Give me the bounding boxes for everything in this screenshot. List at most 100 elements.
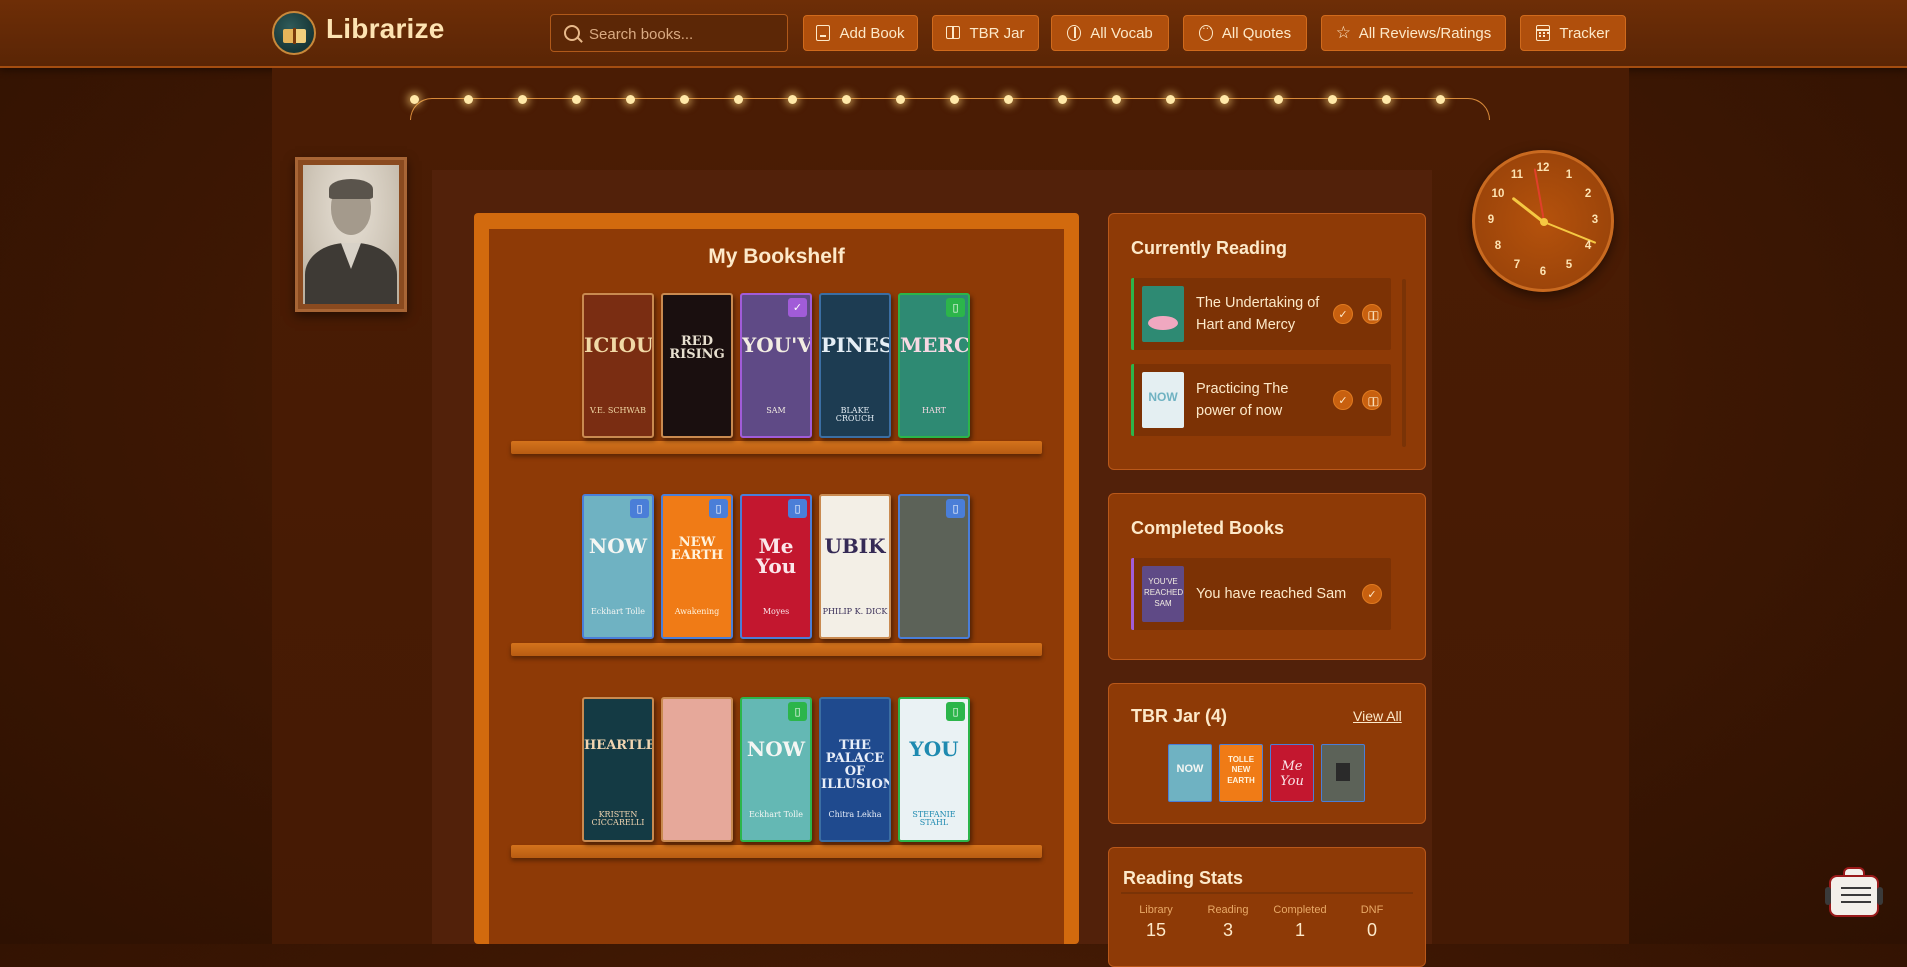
stat-reading: Reading 3 bbox=[1193, 904, 1263, 941]
book-cover[interactable]: Me You Moyes ▯ bbox=[740, 494, 812, 639]
stat-label: Library bbox=[1139, 904, 1173, 916]
book-thumbnail bbox=[1142, 286, 1184, 342]
book-cover-author: KRISTEN CICCARELLI bbox=[591, 810, 645, 827]
tracker-label: Tracker bbox=[1559, 24, 1610, 42]
shelf-board bbox=[511, 441, 1042, 454]
tracker-button[interactable]: Tracker bbox=[1520, 15, 1626, 51]
open-book-button[interactable] bbox=[1362, 390, 1382, 410]
clock-number: 7 bbox=[1513, 259, 1521, 272]
light-bulb bbox=[1436, 95, 1445, 104]
search-input[interactable] bbox=[587, 15, 787, 53]
author-portrait bbox=[295, 157, 407, 312]
tbr-book-thumbnail[interactable]: NOW bbox=[1168, 744, 1212, 802]
light-bulb bbox=[734, 95, 743, 104]
clock-number: 6 bbox=[1539, 266, 1547, 278]
book-cover-author: Eckhart Tolle bbox=[748, 810, 804, 819]
clock-number: 11 bbox=[1510, 168, 1524, 181]
book-cover[interactable]: HEARTLESS KRISTEN CICCARELLI bbox=[582, 697, 654, 842]
clock-number: 3 bbox=[1591, 214, 1599, 226]
book-cover-author: Chitra Lekha bbox=[828, 810, 882, 819]
shelf-board bbox=[511, 845, 1042, 858]
book-cover-title: THE PALACE OF ILLUSIONS bbox=[821, 738, 889, 792]
all-quotes-button[interactable]: All Quotes bbox=[1183, 15, 1307, 51]
light-bulb bbox=[464, 95, 473, 104]
star-icon: ☆ bbox=[1335, 23, 1351, 42]
book-cover[interactable]: THE PALACE OF ILLUSIONS Chitra Lekha bbox=[819, 697, 891, 842]
book-cover[interactable]: YOU STEFANIE STAHL ▯ bbox=[898, 697, 970, 842]
reading-item[interactable]: NOW Practicing The power of now ✓ bbox=[1131, 364, 1391, 436]
book-cover-title: YOU bbox=[909, 737, 959, 761]
book-cover-author: Eckhart Tolle bbox=[590, 607, 646, 616]
completed-check-button[interactable]: ✓ bbox=[1362, 584, 1382, 604]
tbr-book-thumbnail[interactable] bbox=[1321, 744, 1365, 802]
all-vocab-button[interactable]: All Vocab bbox=[1051, 15, 1169, 51]
book-cover-title: ICIOU bbox=[584, 333, 654, 357]
reading-badge-icon: ▯ bbox=[946, 702, 965, 721]
stat-value: 3 bbox=[1222, 920, 1233, 940]
add-book-button[interactable]: Add Book bbox=[803, 15, 918, 51]
book-cover-title: PINES bbox=[821, 333, 891, 357]
light-bulb bbox=[1112, 95, 1121, 104]
app-title[interactable]: Librarize bbox=[326, 13, 445, 45]
tbr-jar-label: TBR Jar bbox=[969, 24, 1025, 42]
clock-center bbox=[1540, 218, 1548, 226]
book-cover-title: RED RISING bbox=[669, 334, 725, 362]
reading-item[interactable]: The Undertaking of Hart and Mercy ✓ bbox=[1131, 278, 1391, 350]
completed-books-panel: Completed Books YOU'VE REACHED SAM You hav… bbox=[1108, 493, 1426, 660]
book-cover[interactable]: MERCY HART ▯ bbox=[898, 293, 970, 438]
mark-complete-button[interactable]: ✓ bbox=[1333, 304, 1353, 324]
stat-label: DNF bbox=[1360, 904, 1384, 916]
clock-number: 8 bbox=[1494, 240, 1502, 252]
completed-item-title: You have reached Sam bbox=[1196, 586, 1347, 602]
book-cover[interactable]: NOW Eckhart Tolle ▯ bbox=[582, 494, 654, 639]
chatbot-icon[interactable] bbox=[1825, 867, 1883, 923]
book-cover[interactable]: UBIK PHILIP K. DICK bbox=[819, 494, 891, 639]
completed-item[interactable]: YOU'VE REACHED SAM You have reached Sam ✓ bbox=[1131, 558, 1391, 630]
calendar-icon bbox=[1536, 25, 1551, 41]
book-thumbnail: YOU'VE REACHED SAM bbox=[1142, 566, 1184, 622]
tbr-book-thumbnail[interactable]: TOLLE NEW EARTH bbox=[1219, 744, 1263, 802]
all-reviews-button[interactable]: ☆ All Reviews/Ratings bbox=[1321, 15, 1506, 51]
clock-number: 10 bbox=[1491, 188, 1505, 200]
light-bulb bbox=[896, 95, 905, 104]
scrollbar[interactable] bbox=[1402, 279, 1406, 447]
tbr-jar-title: TBR Jar (4) bbox=[1131, 706, 1228, 726]
tbr-book-thumbnail[interactable]: Me You bbox=[1270, 744, 1314, 802]
book-icon bbox=[816, 25, 831, 41]
tbr-jar-panel: TBR Jar (4) View All bbox=[1108, 683, 1426, 824]
open-book-icon bbox=[1368, 397, 1379, 407]
stat-value: 1 bbox=[1294, 920, 1305, 940]
book-cover[interactable]: NOW Eckhart Tolle ▯ bbox=[740, 697, 812, 842]
book-cover-title: HEARTLESS bbox=[584, 738, 652, 753]
tbr-badge-icon: ▯ bbox=[946, 499, 965, 518]
light-bulb bbox=[1058, 95, 1067, 104]
book-cover[interactable]: ▯ bbox=[898, 494, 970, 639]
light-bulb bbox=[518, 95, 527, 104]
add-book-label: Add Book bbox=[839, 24, 905, 42]
book-cover[interactable]: YOU'VE SAM ✓ bbox=[740, 293, 812, 438]
open-book-button[interactable] bbox=[1362, 304, 1382, 324]
book-cover[interactable] bbox=[661, 697, 733, 842]
wall-clock: 12 1 2 3 4 5 6 7 8 9 10 11 bbox=[1472, 150, 1614, 292]
view-all-link[interactable]: View All bbox=[1353, 708, 1402, 724]
logo-icon[interactable] bbox=[272, 11, 316, 55]
search-box[interactable] bbox=[550, 14, 788, 53]
book-cover[interactable]: RED RISING bbox=[661, 293, 733, 438]
book-cover[interactable]: ICIOU V.E. SCHWAB bbox=[582, 293, 654, 438]
book-thumbnail: NOW bbox=[1142, 372, 1184, 428]
search-icon bbox=[564, 25, 580, 41]
book-cover-title: NEW EARTH bbox=[670, 535, 724, 563]
stat-dnf: DNF 0 bbox=[1337, 904, 1407, 941]
mark-complete-button[interactable]: ✓ bbox=[1333, 390, 1353, 410]
currently-reading-panel: Currently Reading The Undertaking of Har… bbox=[1108, 213, 1426, 470]
stat-completed: Completed 1 bbox=[1265, 904, 1335, 941]
tbr-jar-button[interactable]: TBR Jar bbox=[932, 15, 1039, 51]
book-cover-author: Moyes bbox=[762, 607, 790, 616]
book-cover-title: NOW bbox=[588, 534, 648, 558]
book-cover[interactable]: PINES BLAKE CROUCH bbox=[819, 293, 891, 438]
open-book-icon bbox=[946, 25, 961, 41]
reading-item-title: Practicing The power of now bbox=[1196, 381, 1289, 419]
stat-library: Library 15 bbox=[1121, 904, 1191, 941]
book-cover[interactable]: NEW EARTH Awakening ▯ bbox=[661, 494, 733, 639]
book-cover-title: YOU'VE bbox=[742, 333, 812, 357]
